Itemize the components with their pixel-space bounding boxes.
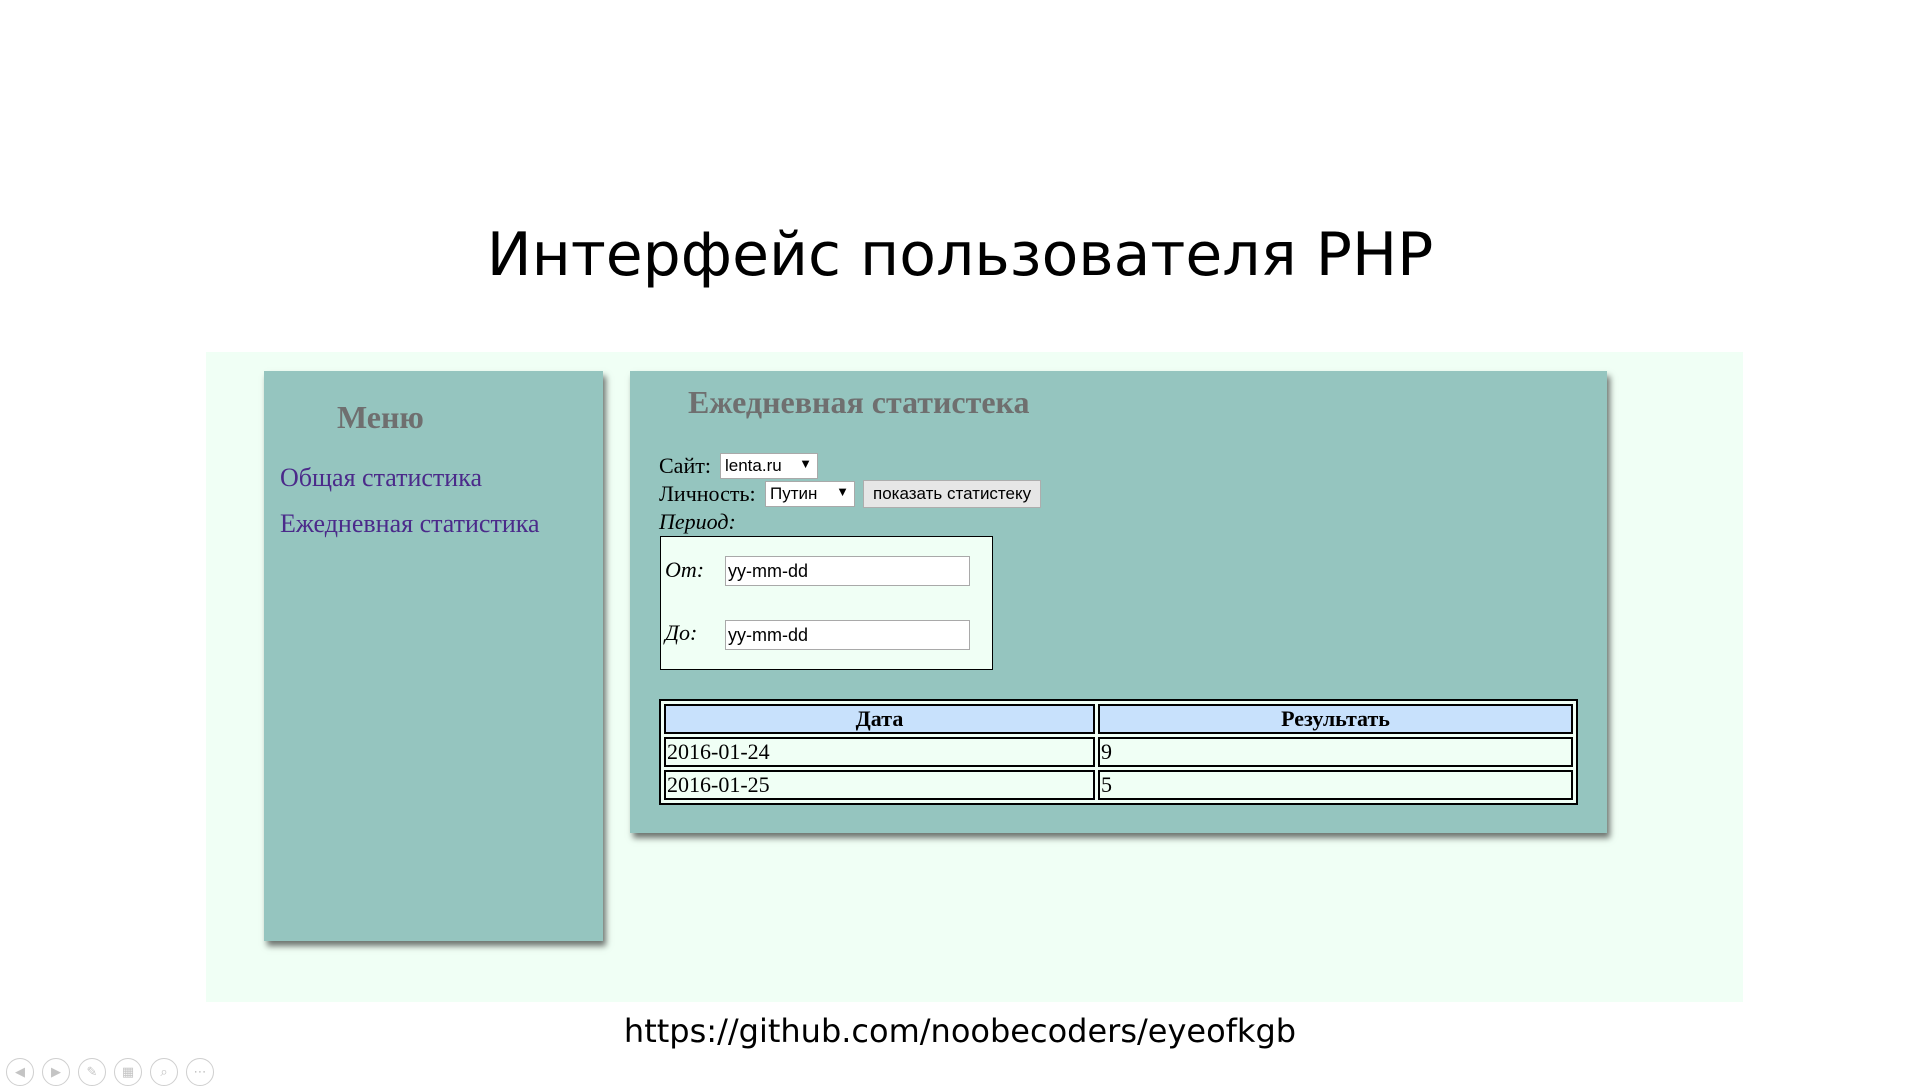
table-row: 2016-01-25 5 [664,770,1573,800]
stats-table: Дата Результать 2016-01-24 9 2016-01-25 … [659,699,1578,805]
person-select-value: Путин [770,484,818,503]
menu-title: Меню [337,399,424,435]
zoom-icon[interactable]: ⌕ [150,1058,178,1086]
dropdown-arrow-icon: ▼ [799,456,812,471]
cell-date: 2016-01-24 [664,737,1095,767]
person-label: Личность: [659,481,756,506]
page-title: Ежедневная статистека [688,384,1030,420]
show-stats-button[interactable]: показать статистеку [863,480,1042,508]
from-date-input[interactable] [725,556,970,586]
next-icon[interactable]: ▶ [42,1058,70,1086]
menu-panel: Меню Общая статистика Ежедневная статист… [264,371,603,941]
slideshow-controls: ◀ ▶ ✎ ▦ ⌕ ⋯ [6,1058,214,1086]
table-header-row: Дата Результать [664,704,1573,734]
app-screenshot: Меню Общая статистика Ежедневная статист… [206,352,1743,1002]
slides-icon[interactable]: ▦ [114,1058,142,1086]
column-header-date: Дата [664,704,1095,734]
person-select[interactable]: Путин ▼ [765,481,855,507]
cell-result: 9 [1098,737,1573,767]
to-date-input[interactable] [725,620,970,650]
from-label: От: [665,557,705,582]
daily-stats-panel: Ежедневная статистека Сайт: lenta.ru ▼ Л… [630,371,1607,833]
site-select-value: lenta.ru [725,456,782,475]
pen-icon[interactable]: ✎ [78,1058,106,1086]
table-row: 2016-01-24 9 [664,737,1573,767]
period-label: Период: [659,509,736,534]
site-label: Сайт: [659,453,711,478]
more-icon[interactable]: ⋯ [186,1058,214,1086]
footer-url: https://github.com/noobecoders/eyeofkgb [623,1012,1297,1050]
site-select[interactable]: lenta.ru ▼ [720,453,818,479]
column-header-result: Результать [1098,704,1573,734]
period-box: От: До: [660,536,993,670]
prev-icon[interactable]: ◀ [6,1058,34,1086]
slide-title: Интерфейс пользователя PHP [486,220,1434,290]
dropdown-arrow-icon: ▼ [836,484,849,499]
cell-result: 5 [1098,770,1573,800]
cell-date: 2016-01-25 [664,770,1095,800]
menu-item-daily-stats[interactable]: Ежедневная статистика [280,509,540,539]
menu-item-general-stats[interactable]: Общая статистика [280,463,482,493]
to-label: До: [665,620,698,645]
